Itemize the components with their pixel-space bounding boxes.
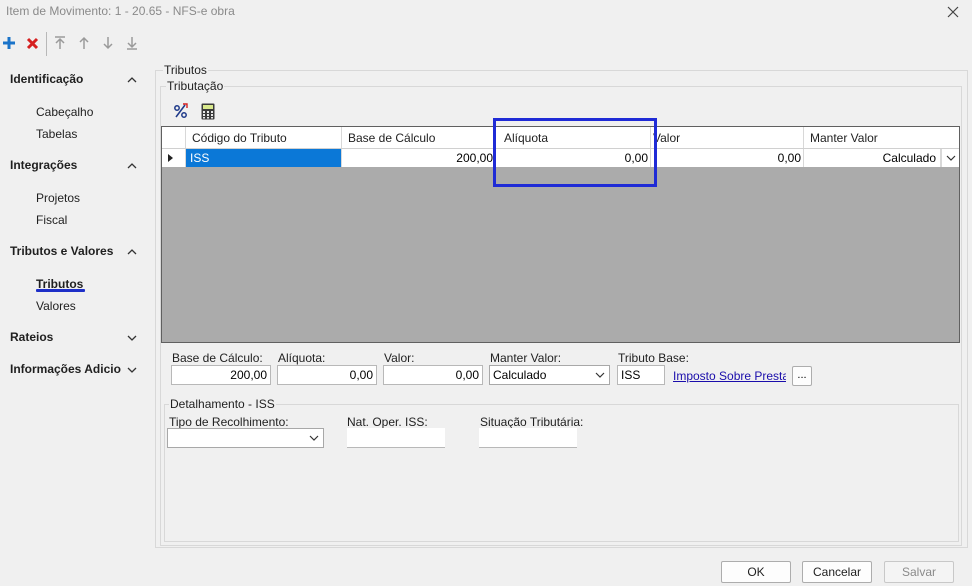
- cell-valor[interactable]: 0,00: [651, 149, 804, 167]
- valor-field[interactable]: 0,00: [383, 365, 483, 385]
- chevron-down-icon[interactable]: [941, 149, 959, 167]
- tipo-recolhimento-select[interactable]: [167, 428, 324, 448]
- chevron-down-icon[interactable]: [126, 332, 138, 344]
- aliquota-field[interactable]: 0,00: [277, 365, 377, 385]
- sidebar-section-rateios[interactable]: Rateios: [10, 330, 53, 344]
- column-header-base[interactable]: Base de Cálculo: [342, 127, 496, 148]
- arrow-to-bottom-icon[interactable]: [123, 33, 141, 53]
- situacao-tributaria-label: Situação Tributária:: [480, 415, 584, 429]
- save-button[interactable]: Salvar: [884, 561, 954, 583]
- chevron-down-icon: [309, 435, 319, 441]
- chevron-up-icon[interactable]: [126, 160, 138, 172]
- tributo-base-label: Tributo Base:: [618, 351, 689, 365]
- arrow-to-top-icon[interactable]: [51, 33, 69, 53]
- cell-codigo[interactable]: ISS: [186, 149, 342, 167]
- current-row-arrow-icon: [162, 149, 186, 167]
- aliquota-highlight-box: [493, 118, 657, 187]
- active-item-underline: [36, 289, 85, 292]
- tipo-recolhimento-label: Tipo de Recolhimento:: [169, 415, 289, 429]
- browse-button[interactable]: ...: [792, 366, 812, 386]
- calculator-icon[interactable]: [198, 101, 218, 121]
- arrow-down-icon[interactable]: [99, 33, 117, 53]
- detalhamento-label: Detalhamento - ISS: [169, 397, 276, 411]
- sidebar-item-projetos[interactable]: Projetos: [36, 191, 80, 205]
- toolbar: [0, 30, 972, 56]
- manter-select[interactable]: Calculado: [489, 365, 610, 385]
- percent-icon[interactable]: [171, 101, 191, 121]
- aliquota-label: Alíquota:: [278, 351, 326, 365]
- tributacao-group-label: Tributação: [166, 79, 225, 93]
- window-title: Item de Movimento: 1 - 20.65 - NFS-e obr…: [6, 4, 235, 18]
- arrow-up-icon[interactable]: [75, 33, 93, 53]
- manter-label: Manter Valor:: [490, 351, 562, 365]
- cell-base[interactable]: 200,00: [342, 149, 496, 167]
- chevron-up-icon[interactable]: [126, 74, 138, 86]
- nat-oper-field[interactable]: [347, 428, 445, 448]
- grid-header-corner: [162, 127, 186, 148]
- cancel-button[interactable]: Cancelar: [802, 561, 872, 583]
- close-icon[interactable]: [942, 2, 964, 22]
- sidebar-section-tributos-e-valores[interactable]: Tributos e Valores: [10, 244, 113, 258]
- tributo-base-field[interactable]: ISS: [617, 365, 665, 385]
- column-header-valor[interactable]: Valor: [651, 127, 804, 148]
- base-label: Base de Cálculo:: [172, 351, 263, 365]
- chevron-down-icon[interactable]: [126, 364, 138, 376]
- tributo-base-link[interactable]: Imposto Sobre Prestaçã: [673, 369, 786, 383]
- sidebar-item-cabecalho[interactable]: Cabeçalho: [36, 105, 93, 119]
- cell-manter[interactable]: Calculado: [804, 149, 941, 167]
- toolbar-separator: [46, 32, 47, 56]
- sidebar-item-valores[interactable]: Valores: [36, 299, 76, 313]
- column-header-manter[interactable]: Manter Valor: [804, 127, 959, 148]
- ok-button[interactable]: OK: [721, 561, 791, 583]
- sidebar-section-integracoes[interactable]: Integrações: [10, 158, 77, 172]
- title-bar: Item de Movimento: 1 - 20.65 - NFS-e obr…: [0, 0, 972, 24]
- chevron-up-icon[interactable]: [126, 246, 138, 258]
- nat-oper-label: Nat. Oper. ISS:: [347, 415, 428, 429]
- x-icon[interactable]: [23, 33, 41, 53]
- sidebar-section-identificacao[interactable]: Identificação: [10, 72, 83, 86]
- valor-label: Valor:: [384, 351, 415, 365]
- column-header-codigo[interactable]: Código do Tributo: [186, 127, 342, 148]
- sidebar-item-tabelas[interactable]: Tabelas: [36, 127, 77, 141]
- chevron-down-icon: [595, 372, 605, 378]
- situacao-tributaria-field[interactable]: [479, 428, 577, 448]
- base-field[interactable]: 200,00: [171, 365, 271, 385]
- plus-icon[interactable]: [0, 33, 18, 53]
- sidebar-section-informacoes-adicionais[interactable]: Informações Adicio: [10, 362, 121, 376]
- tributos-group-label: Tributos: [163, 63, 208, 77]
- manter-select-value: Calculado: [493, 368, 547, 382]
- sidebar-item-fiscal[interactable]: Fiscal: [36, 213, 67, 227]
